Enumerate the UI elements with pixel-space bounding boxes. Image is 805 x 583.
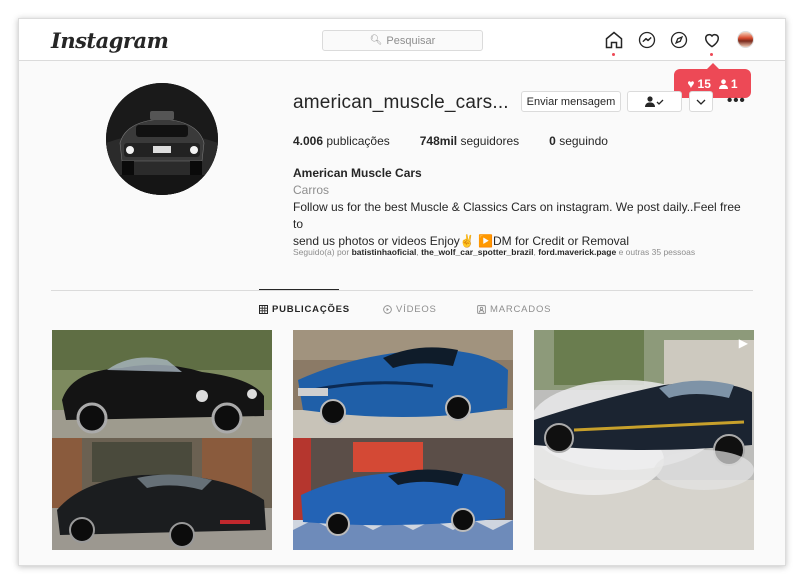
profile-username: american_muscle_cars...	[293, 92, 509, 113]
messenger-icon[interactable]	[637, 30, 657, 50]
more-options-icon[interactable]: •••	[727, 92, 746, 109]
followed-by-user[interactable]: ford.maverick.page	[538, 247, 616, 257]
send-message-button[interactable]: Enviar mensagem	[521, 91, 621, 112]
person-check-icon	[644, 96, 663, 107]
grid-icon	[259, 305, 268, 314]
post-thumbnail[interactable]	[52, 330, 272, 550]
active-tab-indicator	[259, 289, 339, 290]
tag-icon	[477, 305, 486, 314]
home-active-dot	[612, 53, 615, 56]
instagram-logo[interactable]: Instagram	[51, 28, 169, 53]
post-thumbnail[interactable]: ▶︎	[534, 330, 754, 550]
post-thumbnail[interactable]	[293, 330, 513, 550]
likes-notification: ♥︎ 15	[687, 76, 711, 91]
home-icon[interactable]	[604, 30, 624, 50]
tabs-divider	[51, 290, 753, 291]
followed-by-user[interactable]: batistinhaoficial	[352, 247, 417, 257]
heart-icon[interactable]	[702, 30, 722, 50]
search-placeholder: Pesquisar	[386, 34, 436, 47]
search-icon: 🔍︎	[369, 35, 383, 46]
video-play-icon: ▶︎	[738, 336, 748, 350]
profile-bio: American Muscle Cars Carros Follow us fo…	[293, 165, 753, 250]
profile-avatar[interactable]	[737, 31, 754, 48]
profile-picture[interactable]	[106, 83, 218, 195]
profile-category: Carros	[293, 183, 330, 197]
person-icon	[718, 78, 728, 89]
heart-filled-icon: ♥︎	[687, 76, 695, 91]
browser-frame: Instagram 🔍︎ Pesquisar ♥︎ 15 1 american_…	[18, 18, 786, 566]
tab-posts[interactable]: PUBLICAÇÕES	[259, 304, 350, 315]
followed-by-text[interactable]: Seguido(a) por batistinhaoficial, the_wo…	[293, 247, 695, 257]
followed-by-user[interactable]: the_wolf_car_spotter_brazil	[421, 247, 533, 257]
chevron-down-icon	[696, 99, 706, 105]
profile-full-name: American Muscle Cars	[293, 166, 422, 180]
followers-notification: 1	[718, 77, 738, 91]
tab-videos[interactable]: VÍDEOS	[383, 304, 437, 315]
profile-stats: 4.006 publicações 748mil seguidores 0 se…	[293, 134, 608, 148]
following-count[interactable]: 0 seguindo	[549, 134, 608, 148]
tab-tagged[interactable]: MARCADOS	[477, 304, 551, 315]
top-navigation-bar: Instagram 🔍︎ Pesquisar	[19, 19, 785, 61]
search-input[interactable]: 🔍︎ Pesquisar	[322, 30, 483, 51]
explore-icon[interactable]	[669, 30, 689, 50]
followers-count[interactable]: 748mil seguidores	[420, 134, 519, 148]
activity-dot	[710, 53, 713, 56]
bio-text-line-1: Follow us for the best Muscle & Classics…	[293, 200, 741, 231]
play-circle-icon	[383, 305, 392, 314]
posts-count: 4.006 publicações	[293, 134, 390, 148]
following-button[interactable]	[627, 91, 682, 112]
suggestions-dropdown-button[interactable]	[689, 91, 713, 112]
